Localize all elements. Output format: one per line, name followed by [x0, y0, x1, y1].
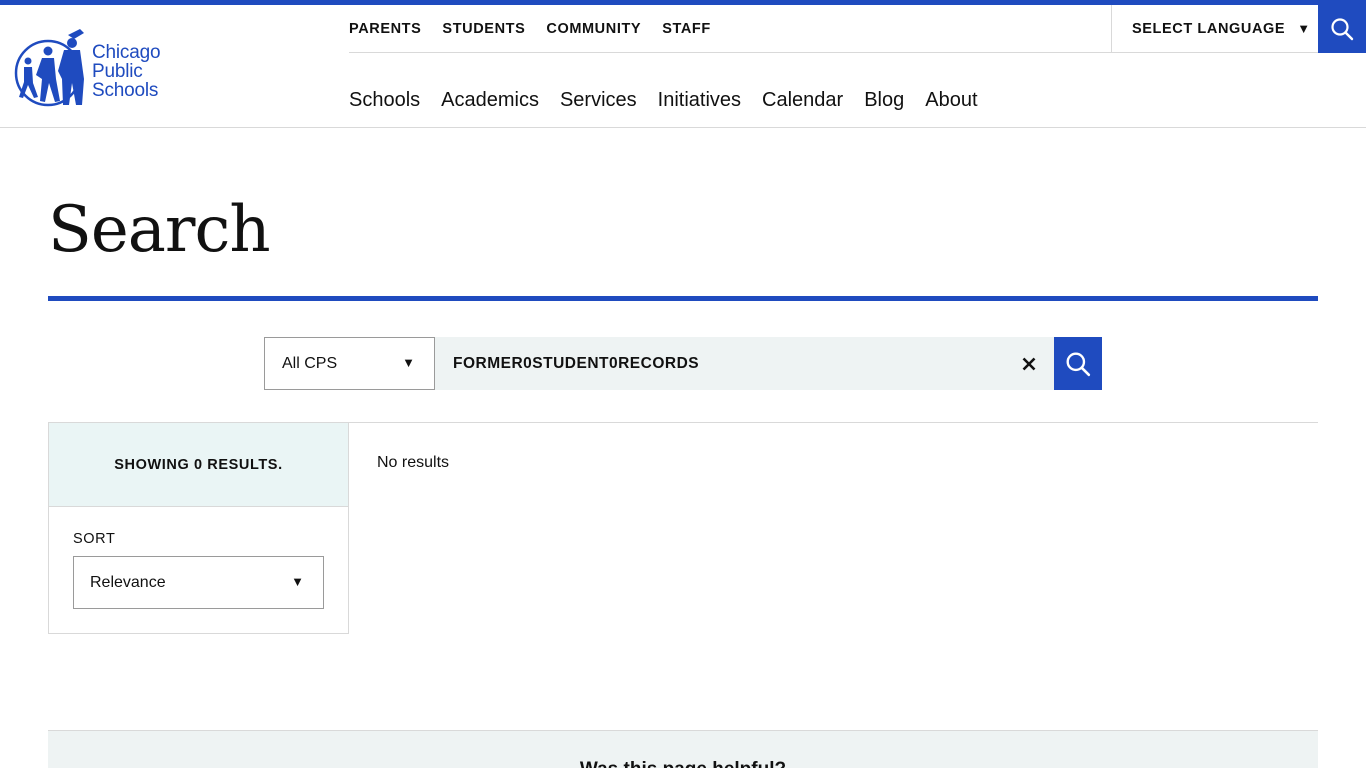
search-icon — [1066, 352, 1091, 376]
nav-link-staff[interactable]: STAFF — [662, 21, 711, 37]
caret-down-icon: ▼ — [1297, 21, 1311, 36]
page-title: Search — [48, 193, 271, 267]
caret-down-icon: ▼ — [402, 355, 415, 370]
title-divider — [48, 296, 1318, 301]
sort-value: Relevance — [90, 573, 166, 591]
logo-line: Schools — [92, 80, 159, 101]
results-count: SHOWING 0 RESULTS. — [49, 423, 348, 507]
feedback-panel: Was this page helpful? — [48, 730, 1318, 768]
utility-nav: PARENTS STUDENTS COMMUNITY STAFF — [349, 5, 1111, 53]
logo-line: Public — [92, 61, 143, 82]
nav-link-students[interactable]: STUDENTS — [442, 21, 525, 37]
search-scope-value: All CPS — [282, 354, 338, 372]
logo-wordmark: Chicago Public Schools — [92, 42, 161, 101]
sort-label: SORT — [73, 531, 116, 547]
nav-link-academics[interactable]: Academics — [441, 89, 539, 112]
nav-link-calendar[interactable]: Calendar — [762, 89, 843, 112]
search-query-text: FORMER0STUDENT0RECORDS — [453, 354, 700, 372]
nav-link-parents[interactable]: PARENTS — [349, 21, 421, 37]
search-icon — [1331, 18, 1354, 41]
nav-link-about[interactable]: About — [925, 89, 977, 112]
language-selector[interactable]: SELECT LANGUAGE ▼ — [1111, 5, 1318, 53]
nav-link-schools[interactable]: Schools — [349, 89, 420, 112]
cps-logo[interactable]: Chicago Public Schools — [14, 27, 184, 111]
search-input[interactable]: FORMER0STUDENT0RECORDS — [435, 337, 1054, 390]
nav-link-services[interactable]: Services — [560, 89, 637, 112]
sort-select[interactable]: Relevance ▼ — [73, 556, 324, 609]
cps-emblem-icon — [14, 29, 84, 107]
clear-search-button[interactable] — [1016, 351, 1042, 377]
nav-link-initiatives[interactable]: Initiatives — [658, 89, 741, 112]
search-submit-button[interactable] — [1054, 337, 1102, 390]
caret-down-icon: ▼ — [291, 574, 304, 589]
results-sidebar: SHOWING 0 RESULTS. SORT Relevance ▼ — [48, 422, 349, 634]
no-results-message: No results — [377, 454, 450, 471]
nav-link-community[interactable]: COMMUNITY — [546, 21, 641, 37]
language-label: SELECT LANGUAGE — [1132, 20, 1286, 37]
header-search-button[interactable] — [1318, 5, 1366, 53]
search-scope-select[interactable]: All CPS ▼ — [264, 337, 435, 390]
nav-link-blog[interactable]: Blog — [864, 89, 904, 112]
close-icon — [1022, 357, 1036, 371]
main-nav: Schools Academics Services Initiatives C… — [349, 89, 999, 112]
site-header: Chicago Public Schools PARENTS STUDENTS … — [0, 5, 1366, 128]
feedback-title: Was this page helpful? — [48, 759, 1318, 768]
logo-line: Chicago — [92, 42, 161, 63]
